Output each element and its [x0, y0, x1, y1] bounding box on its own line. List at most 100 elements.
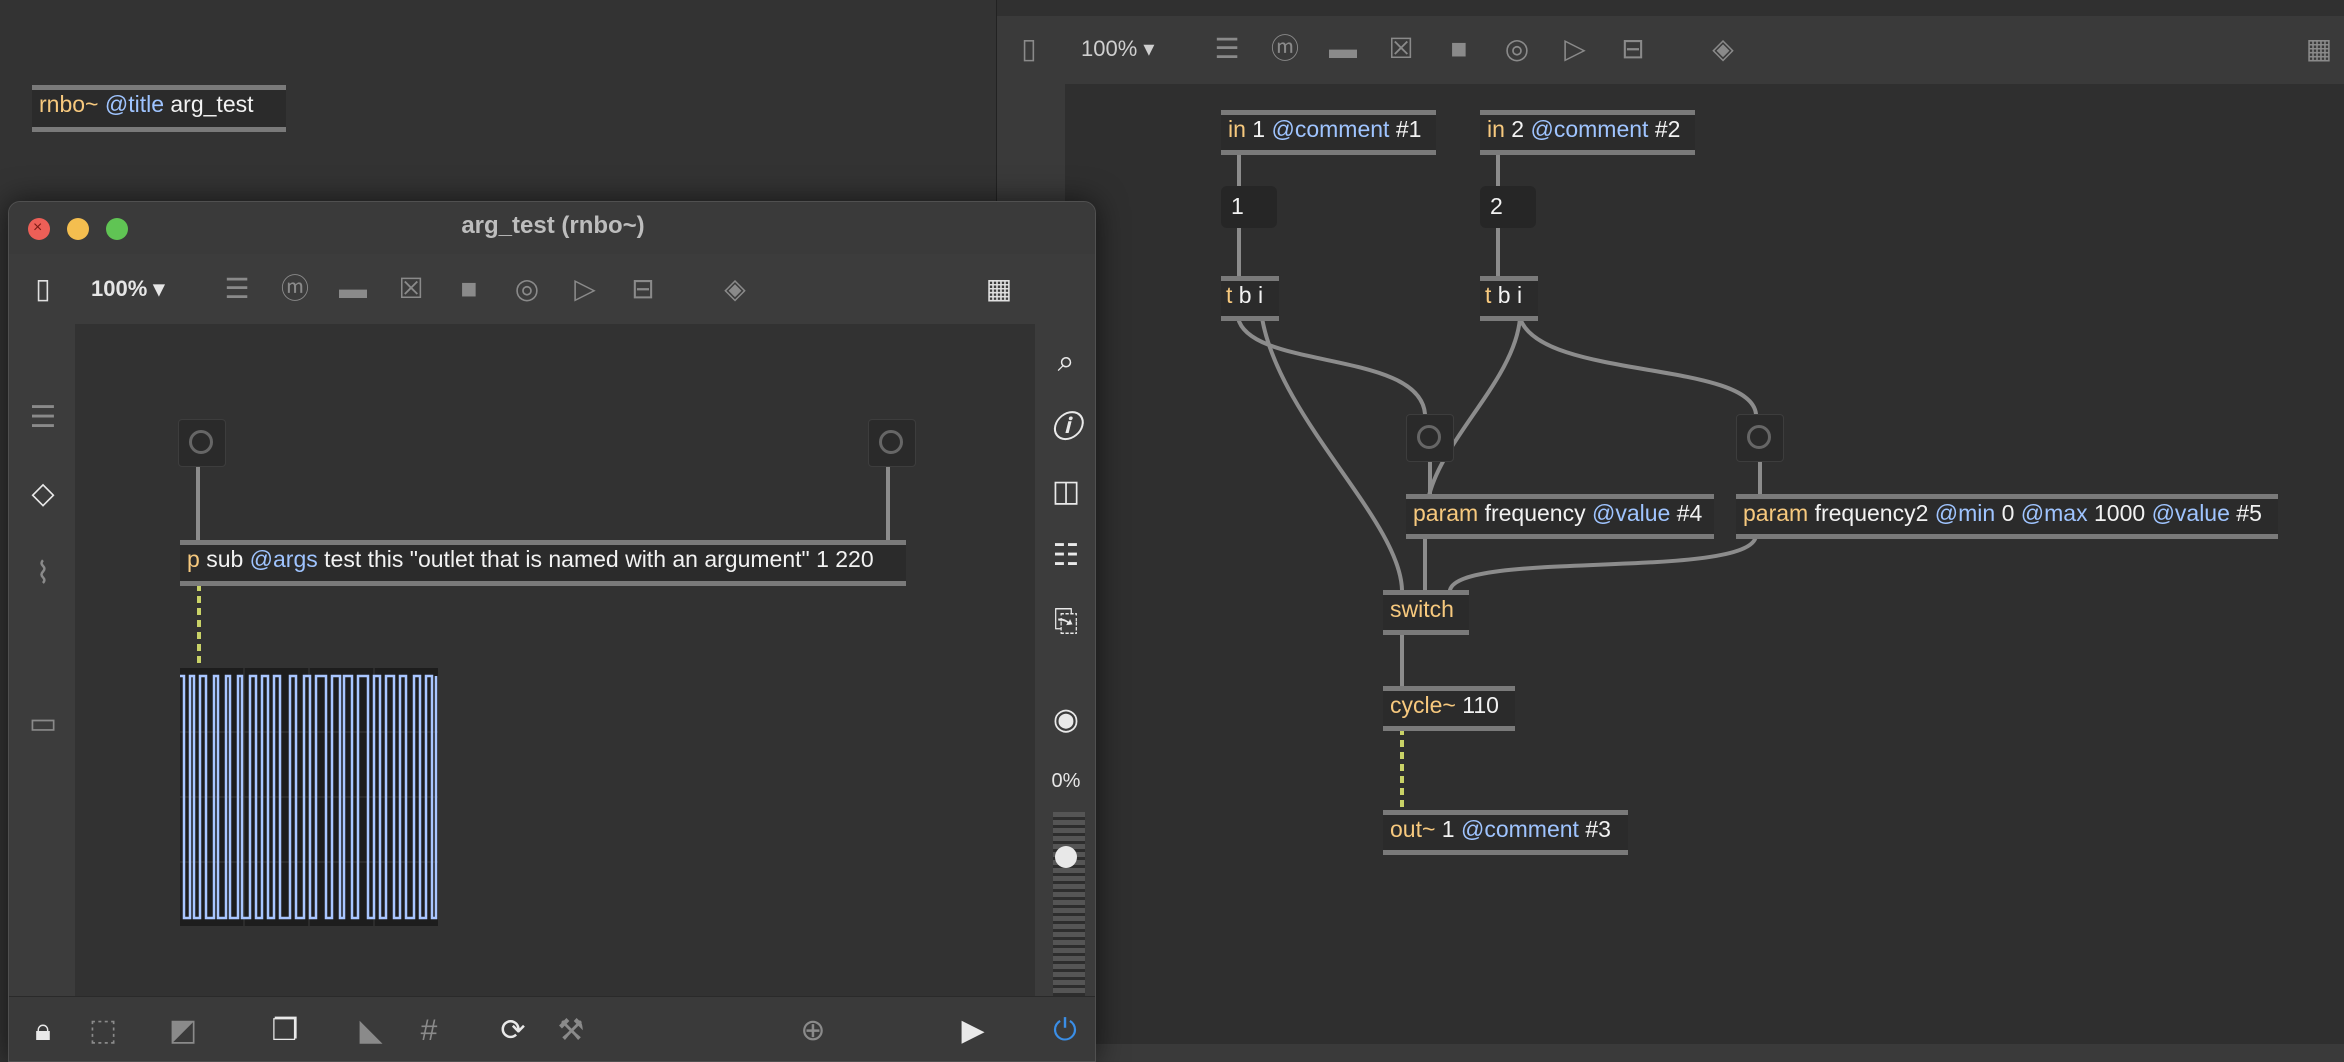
hammer-icon[interactable]: ⚒ [551, 1011, 591, 1051]
bang-icon[interactable]: ◎ [1497, 32, 1537, 66]
param-frequency2-min-attr: @min [1934, 500, 1996, 526]
layers-icon[interactable]: ◇ [23, 474, 63, 514]
in-2-index: 2 [1511, 116, 1525, 142]
param-frequency2-value-attr: @value [2151, 500, 2230, 526]
inlet-2-bang[interactable] [868, 419, 916, 467]
grid-icon[interactable]: ▦ [979, 272, 1019, 306]
button-object-icon[interactable]: ■ [1439, 32, 1479, 66]
rnbo-title-value: arg_test [170, 91, 254, 117]
gain-meter[interactable] [1053, 812, 1085, 996]
trigger-1-object[interactable]: t b i [1221, 276, 1279, 321]
in-2-attr: @comment [1530, 116, 1649, 142]
hide-icon[interactable]: ◣ [351, 1011, 391, 1051]
toggle-icon[interactable]: ☒ [1381, 32, 1421, 66]
select-arrow-icon[interactable]: ⬚ [83, 1011, 123, 1051]
rnbo-title-attr: @title [104, 91, 164, 117]
trigger-2-object[interactable]: t b i [1480, 276, 1538, 321]
param1-bang-button[interactable] [1406, 414, 1454, 462]
window-toolbar: ▯ 100% ▾ ☰ ⓜ ▬ ☒ ■ ◎ ▷ ⊟ ◈ ▦ [9, 254, 1095, 324]
presentation-mode-icon[interactable]: ◩ [163, 1011, 203, 1051]
right-patcher-canvas[interactable] [1065, 84, 2344, 1044]
param-frequency2-value: #5 [2236, 500, 2262, 526]
dsp-status-icon[interactable]: ◉ [1046, 700, 1086, 740]
trigger-2-keyword: t [1485, 282, 1492, 308]
window-titlebar[interactable]: × arg_test (rnbo~) [9, 202, 1095, 255]
new-object-icon[interactable]: ☰ [217, 272, 257, 306]
message-icon[interactable]: ⓜ [1265, 32, 1305, 66]
list-icon[interactable]: ☷ [1046, 536, 1086, 576]
scope-waveform [180, 668, 438, 926]
paint-bucket-icon[interactable]: ◈ [715, 272, 755, 306]
right-sidebar: ⌕ ⓘ ◫ ☷ ⎘ ◉ 0% [1035, 324, 1095, 996]
trigger-1-keyword: t [1226, 282, 1233, 308]
param-frequency-attr: @value [1592, 500, 1671, 526]
right-bottom-strip [997, 1044, 2344, 1062]
param-frequency-name: frequency [1484, 500, 1586, 526]
in-1-index: 1 [1252, 116, 1266, 142]
switch-keyword: switch [1390, 596, 1454, 622]
out-attr: @comment [1460, 816, 1579, 842]
message-icon[interactable]: ⓜ [275, 272, 315, 306]
grid-toggle-icon[interactable]: # [409, 1011, 449, 1051]
in-1-keyword: in [1228, 116, 1246, 142]
comment-icon[interactable]: ▬ [333, 272, 373, 306]
button-object-icon[interactable]: ■ [449, 272, 489, 306]
comment-icon[interactable]: ▬ [1323, 32, 1363, 66]
cycle-frequency: 110 [1462, 692, 1499, 718]
media-icon[interactable]: ▷ [565, 272, 605, 306]
p-keyword: p [187, 546, 200, 572]
bang-icon[interactable]: ◎ [507, 272, 547, 306]
sidebar-toggle-icon[interactable]: ▯ [23, 272, 63, 306]
rnbo-keyword: rnbo~ [39, 91, 99, 117]
param2-bang-button[interactable] [1736, 414, 1784, 462]
trigger-2-args: b i [1497, 282, 1523, 308]
presentation-icon[interactable]: ▭ [23, 704, 63, 744]
play-icon[interactable]: ▶ [953, 1011, 993, 1051]
inlet-1-bang[interactable] [178, 419, 226, 467]
out-value: #3 [1585, 816, 1611, 842]
window-stack-icon[interactable]: ❐ [265, 1011, 305, 1051]
cycle-object[interactable]: cycle~ 110 [1383, 686, 1515, 731]
p-args-value: test this "outlet that is named with an … [324, 546, 874, 572]
p-name: sub [206, 546, 244, 572]
slider-icon[interactable]: ⊟ [623, 272, 663, 306]
refresh-icon[interactable]: ⟳ [493, 1011, 533, 1051]
in-1-object[interactable]: in 1 @comment #1 [1221, 110, 1436, 155]
info-icon[interactable]: ⓘ [1046, 408, 1086, 448]
param-frequency-object[interactable]: param frequency @value #4 [1406, 494, 1714, 539]
export-icon[interactable]: ⎘ [1046, 602, 1086, 642]
in-2-keyword: in [1487, 116, 1505, 142]
sidebar-toggle-icon[interactable]: ▯ [1009, 32, 1049, 66]
p-sub-object[interactable]: p sub @args test this "outlet that is na… [180, 540, 906, 586]
gain-slider-knob[interactable] [1055, 846, 1077, 868]
in-2-value: #2 [1654, 116, 1681, 142]
scope-display[interactable] [180, 668, 438, 926]
param-frequency2-object[interactable]: param frequency2 @min 0 @max 1000 @value… [1736, 494, 2278, 539]
power-icon[interactable]: ⏻ [1045, 1011, 1085, 1051]
out-object[interactable]: out~ 1 @comment #3 [1383, 810, 1628, 855]
rnbo-window: × arg_test (rnbo~) ▯ 100% ▾ ☰ ⓜ ▬ ☒ ■ ◎ … [8, 201, 1096, 1062]
right-zoom-label[interactable]: 100% ▾ [1081, 34, 1154, 64]
switch-object[interactable]: switch [1383, 590, 1469, 635]
number-box-2[interactable]: 2 [1480, 186, 1536, 228]
right-toolbar: ▯ 100% ▾ ☰ ⓜ ▬ ☒ ■ ◎ ▷ ⊟ ◈ ▦ [997, 16, 2344, 84]
rnbo-object[interactable]: rnbo~ @title arg_test [32, 85, 286, 132]
lock-icon[interactable]: 🔒︎ [23, 1011, 63, 1051]
new-object-icon[interactable]: ☰ [1207, 32, 1247, 66]
number-box-1[interactable]: 1 [1221, 186, 1277, 228]
attach-add-icon[interactable]: ⊕ [793, 1011, 833, 1051]
search-icon[interactable]: ⌕ [1046, 342, 1086, 382]
right-editor-titlebar [997, 0, 2344, 17]
book-icon[interactable]: ◫ [1046, 472, 1086, 512]
grid-icon[interactable]: ▦ [2299, 32, 2339, 66]
param-frequency2-max-value: 1000 [2094, 500, 2146, 526]
window-zoom-label[interactable]: 100% ▾ [91, 274, 164, 304]
menu-icon[interactable]: ☰ [23, 398, 63, 438]
toggle-icon[interactable]: ☒ [391, 272, 431, 306]
out-keyword: out~ [1390, 816, 1436, 842]
slider-icon[interactable]: ⊟ [1613, 32, 1653, 66]
paperclip-icon[interactable]: ⌇ [23, 554, 63, 594]
paint-bucket-icon[interactable]: ◈ [1703, 32, 1743, 66]
media-icon[interactable]: ▷ [1555, 32, 1595, 66]
in-2-object[interactable]: in 2 @comment #2 [1480, 110, 1695, 155]
